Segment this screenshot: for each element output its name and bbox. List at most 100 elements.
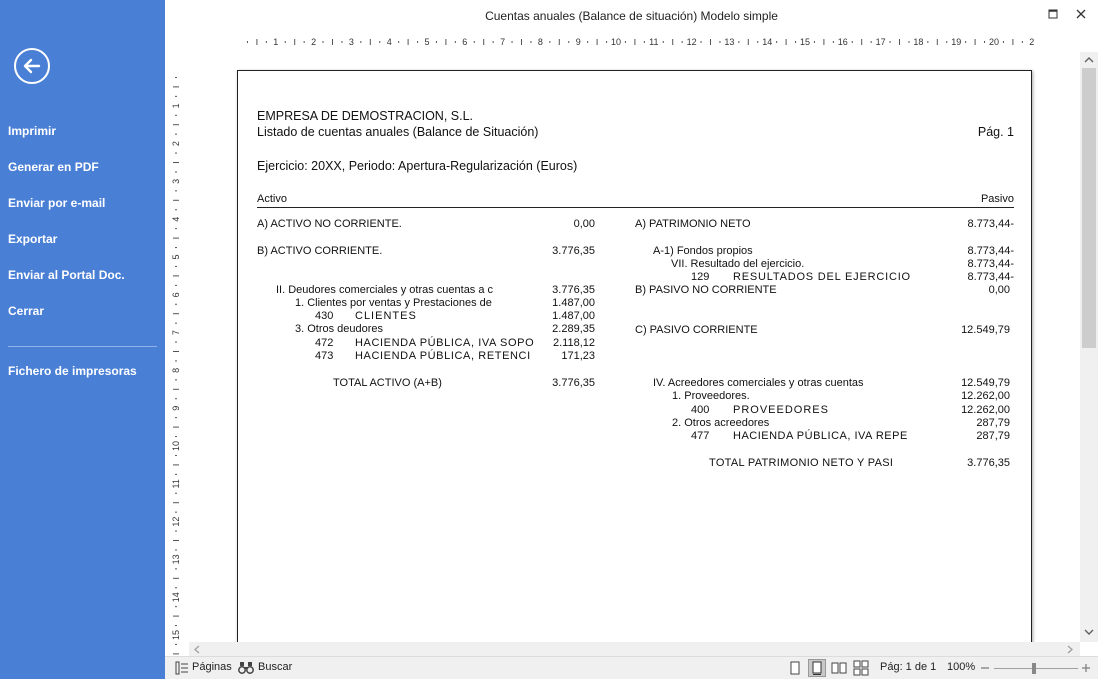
close-button[interactable] xyxy=(1072,5,1090,23)
vertical-ruler: 123456789101112131415 xyxy=(171,76,181,664)
horizontal-scrollbar[interactable] xyxy=(189,642,1080,656)
horizontal-ruler: 1 2 3 4 5 6 7 8 9 10 11 12 13 14 15 16 17 18 19 20 2 xyxy=(246,37,1034,47)
status-bar: Páginas Buscar Pág: 1 de 1 100% xyxy=(165,656,1098,679)
ruler-label: 13 xyxy=(171,554,181,564)
activo-no-corriente-label: A) ACTIVO NO CORRIENTE. xyxy=(257,218,402,230)
header-rule xyxy=(257,207,1014,208)
zoom-slider-thumb[interactable] xyxy=(1032,663,1036,674)
zoom-level: 100% xyxy=(947,661,976,673)
ruler-label: 11 xyxy=(171,479,181,488)
sidebar-item-exportar[interactable]: Exportar xyxy=(8,232,57,246)
scroll-up-icon[interactable] xyxy=(1084,56,1094,64)
sidebar-item-enviar-email[interactable]: Enviar por e-mail xyxy=(8,196,105,210)
account-129-value: 8.773,44- xyxy=(967,271,1014,283)
maximize-button[interactable] xyxy=(1044,5,1062,23)
account-430-value: 1.487,00 xyxy=(552,310,595,322)
ruler-label: 19 xyxy=(951,37,961,47)
scroll-right-icon[interactable] xyxy=(1066,645,1074,654)
zoom-slider[interactable] xyxy=(994,663,1078,674)
account-472-code: 472 xyxy=(315,337,334,349)
vertical-scrollbar[interactable] xyxy=(1080,52,1098,642)
account-400-code: 400 xyxy=(691,404,710,416)
ruler-label: 17 xyxy=(876,37,886,47)
report-subtitle: Listado de cuentas anuales (Balance de S… xyxy=(257,125,539,139)
ruler-label: 10 xyxy=(611,37,621,47)
zoom-out-icon[interactable] xyxy=(980,663,990,673)
sidebar-item-fichero-impresoras[interactable]: Fichero de impresoras xyxy=(8,364,137,378)
ruler-label: 5 xyxy=(424,37,429,47)
close-icon xyxy=(1076,9,1086,19)
company-name: EMPRESA DE DEMOSTRACION, S.L. xyxy=(257,109,474,123)
sidebar-item-generar-pdf[interactable]: Generar en PDF xyxy=(8,160,99,174)
ruler-label: 8 xyxy=(171,368,181,373)
account-473-code: 473 xyxy=(315,350,334,362)
deudores-value: 3.776,35 xyxy=(552,284,595,296)
view-fit-page-button[interactable] xyxy=(808,659,826,677)
otros-deudores-label: 3. Otros deudores xyxy=(295,323,384,335)
sidebar-item-cerrar[interactable]: Cerrar xyxy=(8,304,44,318)
resultado-ejercicio-value: 8.773,44- xyxy=(967,258,1014,270)
pages-icon[interactable] xyxy=(175,661,189,675)
pasivo-corriente-label: C) PASIVO CORRIENTE xyxy=(635,324,758,336)
ruler-label: 8 xyxy=(538,37,543,47)
ruler-label: 14 xyxy=(171,592,181,602)
account-473-name: HACIENDA PÚBLICA, RETENCI xyxy=(355,350,531,362)
acreedores-label: IV. Acreedores comerciales y otras cuent… xyxy=(653,377,864,389)
account-477-code: 477 xyxy=(691,430,710,442)
two-pages-icon xyxy=(831,662,847,674)
multi-pages-icon xyxy=(853,660,869,676)
account-430-name: CLIENTES xyxy=(355,310,417,322)
sidebar-divider xyxy=(8,346,157,347)
zoom-in-icon[interactable] xyxy=(1081,663,1091,673)
ruler-label: 5 xyxy=(171,254,181,259)
pasivo-no-corriente-value: 0,00 xyxy=(988,284,1010,296)
ruler-label: 9 xyxy=(171,406,181,411)
scroll-down-icon[interactable] xyxy=(1084,628,1094,636)
ruler-label: 11 xyxy=(649,37,658,47)
account-129-name: RESULTADOS DEL EJERCICIO xyxy=(733,271,911,283)
sidebar-item-imprimir[interactable]: Imprimir xyxy=(8,124,56,138)
ruler-label: 6 xyxy=(462,37,467,47)
account-472-name: HACIENDA PÚBLICA, IVA SOPO xyxy=(355,337,535,349)
window-title: Cuentas anuales (Balance de situación) M… xyxy=(485,9,778,23)
patrimonio-neto-label: A) PATRIMONIO NETO xyxy=(635,218,751,230)
activo-no-corriente-value: 0,00 xyxy=(573,218,595,230)
ruler-label: 3 xyxy=(171,179,181,184)
column-header-pasivo: Pasivo xyxy=(980,193,1014,205)
account-472-value: 2.118,12 xyxy=(552,337,595,349)
account-477-value: 287,79 xyxy=(976,430,1010,442)
total-activo-value: 3.776,35 xyxy=(552,377,595,389)
clientes-group-value: 1.487,00 xyxy=(552,297,595,309)
account-400-name: PROVEEDORES xyxy=(733,404,829,416)
total-activo-label: TOTAL ACTIVO (A+B) xyxy=(333,377,442,389)
acreedores-value: 12.549,79 xyxy=(961,377,1010,389)
proveedores-group-label: 1. Proveedores. xyxy=(672,390,750,402)
ruler-label: 10 xyxy=(171,441,181,451)
view-multi-pages-button[interactable] xyxy=(852,659,870,677)
search-button[interactable]: Buscar xyxy=(258,661,292,673)
ruler-label: 13 xyxy=(724,37,734,47)
pages-button[interactable]: Páginas xyxy=(192,661,232,673)
view-single-page-button[interactable] xyxy=(786,659,804,677)
ruler-label: 4 xyxy=(387,37,392,47)
ruler-label: 15 xyxy=(800,37,810,47)
back-button[interactable] xyxy=(14,48,50,84)
ruler-label: 3 xyxy=(349,37,354,47)
backstage-sidebar: Imprimir Generar en PDF Enviar por e-mai… xyxy=(0,0,165,679)
ruler-label: 16 xyxy=(838,37,848,47)
patrimonio-neto-value: 8.773,44- xyxy=(967,218,1014,230)
sidebar-item-enviar-portal[interactable]: Enviar al Portal Doc. xyxy=(8,268,125,282)
ruler-label: 2 xyxy=(311,37,316,47)
scroll-left-icon[interactable] xyxy=(193,645,201,654)
deudores-label: II. Deudores comerciales y otras cuentas… xyxy=(276,284,494,296)
ruler-label: 18 xyxy=(913,37,923,47)
ruler-label: 6 xyxy=(171,292,181,297)
ruler-label: 2 xyxy=(1029,37,1034,47)
fit-page-icon xyxy=(812,661,822,675)
clientes-group-label: 1. Clientes por ventas y Prestaciones de xyxy=(295,297,492,309)
view-two-pages-button[interactable] xyxy=(830,659,848,677)
vertical-scroll-thumb[interactable] xyxy=(1082,68,1096,348)
activo-corriente-value: 3.776,35 xyxy=(552,245,595,257)
ruler-label: 7 xyxy=(500,37,505,47)
binoculars-icon[interactable] xyxy=(238,660,254,675)
